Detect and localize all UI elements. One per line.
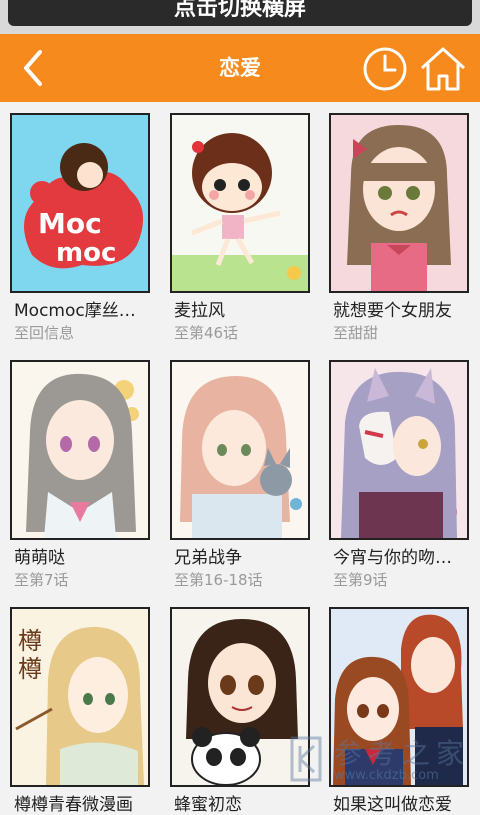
comic-title: 麦拉风 bbox=[174, 301, 225, 321]
svg-text:樽: 樽 bbox=[18, 627, 42, 655]
comic-title: 兄弟战争 bbox=[174, 548, 242, 568]
comic-cover bbox=[329, 360, 469, 540]
comic-title: 樽樽青春微漫画 bbox=[14, 795, 133, 815]
comic-cover bbox=[10, 360, 150, 540]
comic-title: 萌萌哒 bbox=[14, 548, 65, 568]
svg-text:moc: moc bbox=[56, 238, 116, 268]
watermark: 参考之家 www.ckdzb.com bbox=[286, 728, 476, 792]
clock-icon[interactable] bbox=[362, 46, 408, 92]
watermark-logo-icon bbox=[290, 736, 322, 782]
chevron-left-icon[interactable] bbox=[14, 48, 54, 88]
home-icon[interactable] bbox=[418, 44, 468, 94]
comic-chapter: 至第16-18话 bbox=[174, 571, 263, 589]
comic-cover: Moc moc bbox=[10, 113, 150, 293]
comic-title: 今宵与你的吻… bbox=[333, 548, 452, 568]
watermark-url: www.ckdzb.com bbox=[334, 768, 439, 783]
comic-title: 就想要个女朋友 bbox=[333, 301, 452, 321]
svg-text:樽: 樽 bbox=[18, 655, 42, 683]
comic-title: Mocmoc摩丝… bbox=[14, 301, 136, 321]
comic-chapter: 至第46话 bbox=[174, 324, 239, 342]
page-title: 恋爱 bbox=[219, 56, 261, 80]
rotate-toast[interactable]: 点击切换横屏 bbox=[8, 0, 472, 26]
comic-chapter: 至甜甜 bbox=[333, 324, 379, 342]
comic-chapter: 至第9话 bbox=[333, 571, 388, 589]
comic-cover bbox=[170, 113, 310, 293]
svg-text:Moc: Moc bbox=[38, 207, 102, 240]
header-bar: 恋爱 bbox=[0, 34, 480, 102]
system-bar: 点击切换横屏 bbox=[0, 0, 480, 34]
comic-chapter: 至第7话 bbox=[14, 571, 69, 589]
comic-title: 如果这叫做恋爱 bbox=[333, 795, 452, 815]
comic-cover bbox=[170, 360, 310, 540]
comic-cover bbox=[329, 113, 469, 293]
watermark-text: 参考之家 bbox=[334, 737, 471, 770]
comic-title: 蜂蜜初恋 bbox=[174, 795, 242, 815]
comic-chapter: 至回信息 bbox=[14, 324, 75, 342]
comic-cover: 樽 樽 bbox=[10, 607, 150, 787]
